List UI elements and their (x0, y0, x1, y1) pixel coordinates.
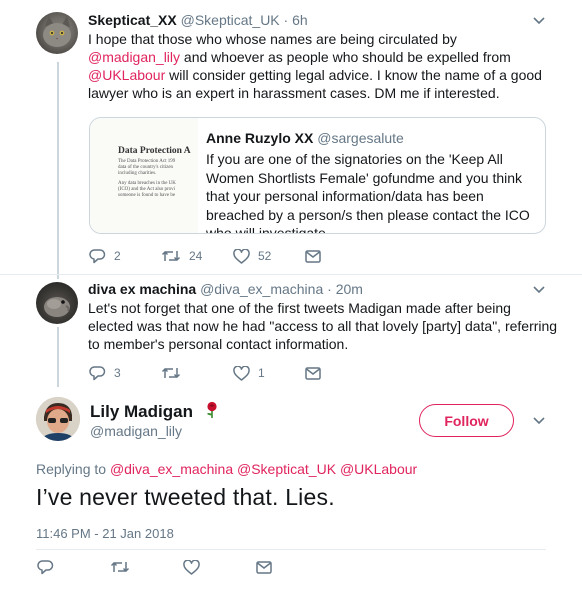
like-button[interactable] (183, 559, 256, 575)
main-display-name[interactable]: Lily Madigan (90, 401, 220, 422)
reply-icon (89, 249, 106, 264)
tweet-actions: 2 24 52 (89, 246, 321, 266)
mention-link[interactable]: @UKLabour (340, 461, 417, 477)
separator: · (283, 12, 289, 28)
like-button[interactable]: 1 (233, 365, 305, 381)
quoted-tweet[interactable]: Data Protection A The Data Protection Ac… (89, 117, 546, 234)
reply-count: 3 (114, 366, 121, 380)
reply-count: 2 (114, 249, 121, 263)
screen-name[interactable]: @Skepticat_UK (181, 12, 280, 28)
quoted-tweet-image[interactable]: Data Protection A The Data Protection Ac… (90, 118, 198, 233)
replying-to: Replying to @diva_ex_machina @Skepticat_… (36, 461, 417, 477)
separator: · (327, 281, 332, 297)
avatar[interactable] (36, 12, 78, 54)
tweet-actions: 3 1 (89, 363, 321, 383)
main-timestamp[interactable]: 11:46 PM - 21 Jan 2018 (36, 526, 174, 541)
rose-emoji (206, 401, 217, 418)
tweet-header: diva ex machina @diva_ex_machina · 20m (88, 281, 363, 297)
retweet-icon (110, 561, 130, 573)
direct-message-button[interactable] (305, 249, 321, 263)
message-icon (305, 366, 321, 380)
creature-photo (44, 297, 70, 317)
display-name[interactable]: Skepticat_XX (88, 12, 177, 28)
retweet-icon (161, 367, 181, 379)
retweet-button[interactable] (161, 366, 233, 380)
thread-line-middle (57, 327, 59, 387)
chevron-down-icon[interactable] (530, 412, 548, 430)
cat-photo (43, 16, 71, 47)
direct-message-button[interactable] (305, 366, 321, 380)
like-icon (233, 365, 250, 381)
text-segment: I hope that those who whose names are be… (88, 31, 457, 47)
timestamp[interactable]: 6h (292, 12, 308, 28)
like-count: 52 (258, 249, 272, 263)
like-count: 1 (258, 366, 265, 380)
main-tweet-actions (37, 557, 272, 577)
text-segment: and whoever as people who should be expe… (180, 49, 511, 65)
divider (36, 549, 546, 550)
like-icon (183, 559, 200, 575)
quoted-screen-name: @sargesalute (317, 130, 404, 146)
screen-name[interactable]: @diva_ex_machina (200, 281, 323, 297)
divider (0, 274, 582, 275)
message-icon (305, 249, 321, 263)
retweet-count: 24 (189, 249, 203, 263)
replying-to-label: Replying to (36, 461, 107, 477)
direct-message-button[interactable] (256, 560, 272, 574)
tweet-text: I hope that those who whose names are be… (88, 30, 548, 102)
image-paragraph: Any data breaches in the UK (ICO) and th… (118, 181, 176, 198)
retweet-button[interactable]: 24 (161, 249, 233, 263)
reply-icon (89, 366, 106, 381)
quoted-tweet-text: If you are one of the signatories on the… (206, 151, 530, 234)
main-screen-name[interactable]: @madigan_lily (90, 423, 182, 439)
timestamp[interactable]: 20m (336, 281, 363, 297)
image-paragraph: The Data Protection Act 199 data of the … (118, 159, 176, 176)
mention-link[interactable]: @diva_ex_machina (110, 461, 233, 477)
follow-button[interactable]: Follow (419, 404, 514, 437)
mention-link[interactable]: @UKLabour (88, 67, 165, 83)
reply-button[interactable]: 2 (89, 248, 161, 264)
like-button[interactable]: 52 (233, 248, 305, 264)
message-icon (256, 560, 272, 574)
main-tweet-text: I’ve never tweeted that. Lies. (36, 484, 335, 510)
tweet-header: Skepticat_XX @Skepticat_UK · 6h (88, 12, 308, 28)
tweet-text: Let's not forget that one of the first t… (88, 300, 558, 352)
thread-line-top (57, 62, 59, 279)
profile-photo (36, 397, 80, 441)
like-icon (233, 248, 250, 264)
avatar[interactable] (36, 397, 80, 441)
display-name[interactable]: diva ex machina (88, 281, 196, 297)
reply-button[interactable] (37, 559, 110, 575)
retweet-button[interactable] (110, 560, 183, 574)
mention-link[interactable]: @Skepticat_UK (237, 461, 336, 477)
chevron-down-icon[interactable] (530, 12, 548, 30)
chevron-down-icon[interactable] (530, 281, 548, 299)
retweet-icon (161, 250, 181, 262)
reply-button[interactable]: 3 (89, 365, 161, 381)
image-title: Data Protection A (118, 146, 191, 156)
main-name-text: Lily Madigan (90, 402, 193, 421)
quoted-display-name: Anne Ruzylo XX (206, 130, 314, 146)
mention-link[interactable]: @madigan_lily (88, 49, 180, 65)
reply-icon (37, 560, 54, 575)
avatar[interactable] (36, 282, 78, 324)
quoted-tweet-header: Anne Ruzylo XX @sargesalute (206, 130, 404, 146)
